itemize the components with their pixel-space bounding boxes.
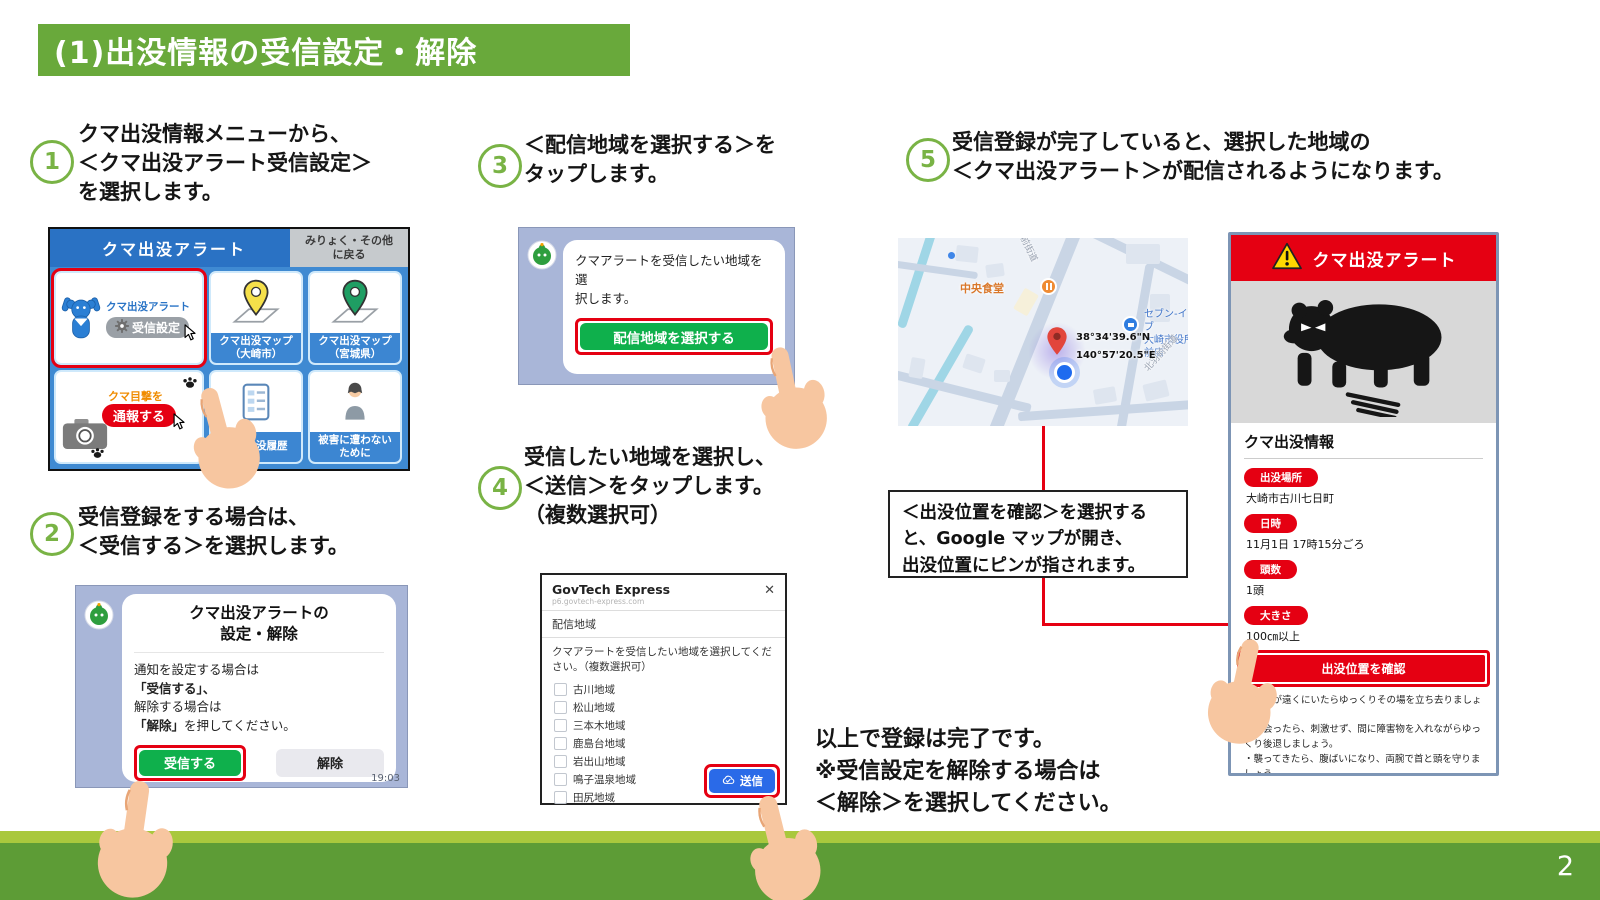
checkbox-icon[interactable]	[554, 683, 567, 696]
app-menu-header: クマ出没アラート みりょく・その他 に戻る	[50, 229, 408, 267]
green-map-pin-icon	[310, 273, 400, 333]
connector-line	[1042, 578, 1045, 625]
line-setting-screenshot: クマ出没アラートの 設定・解除 通知を設定する場合は 「受信する」、 解除する場…	[75, 585, 408, 788]
tile-receive-label: クマ出没アラート	[106, 299, 190, 314]
cloud-upload-icon	[721, 774, 735, 788]
field-value-size: 100㎝以上	[1246, 628, 1483, 644]
report-button[interactable]: 通報する	[102, 404, 176, 427]
form-domain: p6.govtech-express.com	[552, 597, 775, 606]
city-mascot-avatar	[527, 240, 557, 274]
cancel-button[interactable]: 解除	[276, 749, 384, 777]
chat-setting-body-line3: 解除する場合は	[134, 698, 384, 717]
chat-setting-title: クマ出没アラートの 設定・解除	[134, 603, 384, 653]
chat-setting-body-line4: 「解除」を押してください。	[134, 717, 384, 736]
step4-text: 受信したい地域を選択し、 ＜送信＞をタップします。 （複数選択可）	[524, 443, 864, 530]
region-checkbox-row[interactable]: 三本木地域	[554, 716, 773, 734]
checkbox-icon[interactable]	[554, 701, 567, 714]
submit-button[interactable]: 送信	[709, 769, 775, 793]
tile-map-osaki-label: クマ出没マップ （大崎市）	[211, 333, 301, 363]
map-restaurant-label: 中央食堂	[960, 280, 1004, 296]
current-location-dot	[1054, 362, 1075, 383]
chat-setting-body-line1: 通知を設定する場合は	[134, 661, 384, 680]
map-dot	[948, 252, 955, 259]
form-section-title: 配信地域	[542, 611, 785, 637]
paw-print-icon	[90, 444, 105, 463]
advice-line: ・襲ってきたら、腹ばいになり、両腕で首と頭を守りましょう。	[1244, 753, 1483, 776]
receive-setting-button[interactable]: 受信設定	[106, 317, 189, 338]
step2-text: 受信登録をする場合は、 ＜受信する＞を選択します。	[78, 503, 423, 561]
checkbox-icon[interactable]	[554, 737, 567, 750]
govtech-form-screenshot: GovTech Express p6.govtech-express.com ✕…	[540, 573, 787, 805]
alert-info-title: クマ出没情報	[1244, 431, 1483, 459]
checkbox-icon[interactable]	[554, 791, 567, 804]
city-mascot-avatar	[84, 600, 114, 634]
checkbox-icon[interactable]	[554, 773, 567, 786]
checkbox-icon[interactable]	[554, 719, 567, 732]
map-callout-note: ＜出没位置を確認＞を選択する と、Google マップが開き、 出没位置にピンが…	[888, 490, 1188, 578]
yellow-map-pin-icon	[211, 273, 301, 333]
field-label-datetime: 日時	[1244, 514, 1297, 533]
page-title: (1)出没情報の受信設定・解除	[38, 24, 630, 76]
slide: (1)出没情報の受信設定・解除 1 クマ出没情報メニューから、 ＜クマ出没アラー…	[0, 0, 1600, 900]
warning-triangle-icon	[1271, 242, 1303, 274]
region-checkbox-row[interactable]: 松山地域	[554, 698, 773, 716]
checkbox-icon[interactable]	[554, 755, 567, 768]
tile-alert-receive-setting[interactable]: クマ出没アラート	[54, 271, 204, 365]
red-map-pin-icon	[1046, 326, 1068, 360]
step5-number: 5	[906, 138, 950, 182]
person-icon	[310, 372, 400, 432]
advice-line: ・出会ったら、刺激せず、間に障害物を入れながらゆっくり後退しましょう。	[1244, 723, 1483, 752]
close-icon[interactable]: ✕	[764, 583, 775, 598]
tile-prevention-label: 被害に遭わない ために	[310, 432, 400, 462]
map-road-label-top: 前街道	[1018, 238, 1042, 263]
field-value-datetime: 11月1日 17時15分ごろ	[1246, 536, 1483, 552]
chat-timestamp: 19:03	[371, 773, 400, 784]
step3-number: 3	[478, 144, 522, 188]
back-button[interactable]: みりょく・その他 に戻る	[290, 229, 408, 267]
region-checkbox-row[interactable]: 鹿島台地域	[554, 734, 773, 752]
restaurant-poi-icon	[1040, 278, 1057, 295]
field-value-count: 1頭	[1246, 582, 1483, 598]
alert-title: クマ出没アラート	[1313, 246, 1457, 271]
field-label-count: 頭数	[1244, 560, 1297, 579]
blue-bear-mascot-icon	[60, 288, 102, 348]
step1-text: クマ出没情報メニューから、 ＜クマ出没アラート受信設定＞ を選択します。	[78, 120, 423, 207]
chat-setting-body-line2: 「受信する」、	[134, 680, 384, 699]
bear-image	[1231, 281, 1496, 423]
select-region-button[interactable]: 配信地域を選択する	[580, 323, 768, 350]
page-number: 2	[1557, 851, 1574, 882]
tile-bear-map-miyagi[interactable]: クマ出没マップ （宮城県）	[308, 271, 402, 365]
receive-button[interactable]: 受信する	[139, 750, 241, 776]
map-screenshot: 中央食堂 セブン-イレブ大崎市役所前店 前街道 北羽前街道 38°34'39.6…	[898, 238, 1188, 426]
form-app-name: GovTech Express	[552, 582, 775, 597]
step2-number: 2	[30, 512, 74, 556]
tile-report-label: クマ目撃を	[108, 388, 163, 404]
step4-number: 4	[478, 466, 522, 510]
pointing-hand-icon	[80, 772, 187, 900]
tile-bear-map-osaki[interactable]: クマ出没マップ （大崎市）	[209, 271, 303, 365]
field-value-location: 大崎市古川七日町	[1246, 490, 1483, 506]
tile-map-miyagi-label: クマ出没マップ （宮城県）	[310, 333, 400, 363]
map-coordinate-lng: 140°57'20.5"E	[1076, 350, 1156, 361]
step1-number: 1	[30, 140, 74, 184]
cursor-icon	[184, 324, 197, 346]
gear-icon	[115, 319, 129, 336]
region-checkbox-row[interactable]: 古川地域	[554, 680, 773, 698]
field-label-location: 出没場所	[1244, 468, 1318, 487]
form-prompt: クマアラートを受信したい地域を選択してください。（複数選択可）	[542, 638, 785, 678]
footer-note: 以上で登録は完了です。 ※受信設定を解除する場合は ＜解除＞を選択してください。	[815, 724, 1235, 820]
field-label-size: 大きさ	[1244, 606, 1308, 625]
map-coordinate-lat: 38°34'39.6"N	[1076, 332, 1150, 343]
chat-region-body: クマアラートを受信したい地域を選 択します。	[575, 252, 773, 308]
tile-damage-prevention[interactable]: 被害に遭わない ために	[308, 370, 402, 464]
convenience-store-poi-icon	[1122, 316, 1139, 333]
alert-header: クマ出没アラート	[1231, 235, 1496, 281]
connector-line	[1042, 623, 1248, 626]
step5-text: 受信登録が完了していると、選択した地域の ＜クマ出没アラート＞が配信されるように…	[952, 128, 1512, 186]
connector-line	[1042, 426, 1045, 490]
step3-text: ＜配信地域を選択する＞を タップします。	[524, 131, 854, 189]
